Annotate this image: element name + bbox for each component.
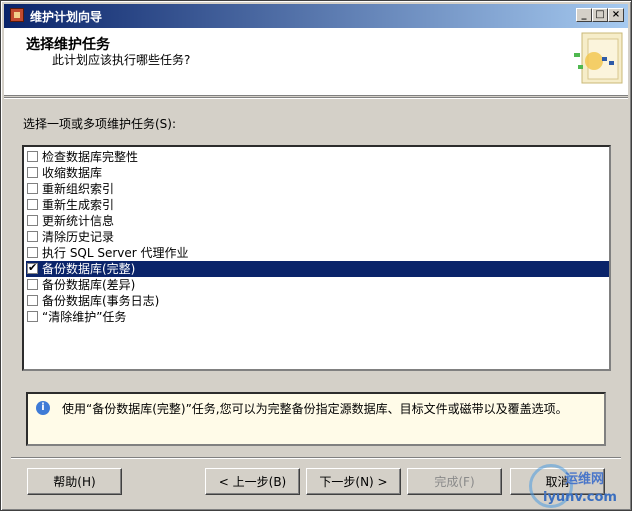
wizard-illustration-icon	[574, 32, 623, 84]
help-button[interactable]: 帮助(H)	[27, 468, 122, 495]
page-subtitle: 此计划应该执行哪些任务?	[52, 53, 191, 67]
task-label: 检查数据库完整性	[42, 150, 139, 164]
back-button[interactable]: < 上一步(B)	[205, 468, 300, 495]
task-label: “清除维护”任务	[42, 310, 127, 324]
task-item-selected[interactable]: ✔ 备份数据库(完整)	[26, 261, 609, 277]
maximize-button[interactable]: □	[592, 8, 608, 22]
header-divider	[4, 97, 628, 99]
task-item[interactable]: 清除历史记录	[26, 229, 609, 245]
task-checkbox[interactable]	[27, 151, 38, 162]
task-item[interactable]: 执行 SQL Server 代理作业	[26, 245, 609, 261]
button-separator	[11, 457, 621, 459]
watermark-cn: 运维网	[565, 472, 605, 487]
wizard-window: 维护计划向导 _ □ × 选择维护任务 此计划应该执行哪些任务? 选择一项或多项…	[0, 0, 632, 511]
task-checkbox[interactable]	[27, 167, 38, 178]
task-item[interactable]: 检查数据库完整性	[26, 149, 609, 165]
task-item[interactable]: 重新生成索引	[26, 197, 609, 213]
next-button[interactable]: 下一步(N) >	[306, 468, 401, 495]
task-label: 备份数据库(事务日志)	[42, 294, 160, 308]
window-title: 维护计划向导	[30, 10, 103, 24]
title-bar[interactable]: 维护计划向导 _ □ ×	[4, 4, 628, 28]
task-label: 更新统计信息	[42, 214, 115, 228]
task-checkbox-checked[interactable]: ✔	[27, 261, 38, 274]
task-checkbox[interactable]	[27, 247, 38, 258]
task-label: 清除历史记录	[42, 230, 115, 244]
task-description-text: 使用“备份数据库(完整)”任务,您可以为完整备份指定源数据库、目标文件或磁带以及…	[62, 402, 568, 416]
task-label: 备份数据库(差异)	[42, 278, 136, 292]
task-checkbox[interactable]	[27, 295, 38, 306]
task-item[interactable]: 收缩数据库	[26, 165, 609, 181]
task-item[interactable]: 备份数据库(差异)	[26, 277, 609, 293]
task-item[interactable]: 备份数据库(事务日志)	[26, 293, 609, 309]
info-icon: i	[36, 401, 50, 415]
finish-button[interactable]: 完成(F)	[407, 468, 502, 495]
wizard-header: 选择维护任务 此计划应该执行哪些任务?	[4, 28, 628, 96]
task-item[interactable]: 更新统计信息	[26, 213, 609, 229]
minimize-button[interactable]: _	[576, 8, 592, 22]
task-label: 收缩数据库	[42, 166, 103, 180]
task-item[interactable]: 重新组织索引	[26, 181, 609, 197]
task-checkbox[interactable]	[27, 231, 38, 242]
task-list-label: 选择一项或多项维护任务(S):	[23, 117, 177, 131]
task-description-box: i 使用“备份数据库(完整)”任务,您可以为完整备份指定源数据库、目标文件或磁带…	[26, 392, 606, 446]
task-checkbox[interactable]	[27, 199, 38, 210]
task-listbox[interactable]: 检查数据库完整性 收缩数据库 重新组织索引 重新生成索引 更新统计信息 清除历史…	[22, 145, 611, 371]
task-label: 备份数据库(完整)	[42, 262, 136, 276]
watermark-en: iyunv.com	[543, 490, 617, 505]
checkmark-icon: ✔	[28, 261, 38, 274]
task-label: 重新组织索引	[42, 182, 115, 196]
task-label: 执行 SQL Server 代理作业	[42, 246, 189, 260]
task-label: 重新生成索引	[42, 198, 115, 212]
site-watermark: 运维网 iyunv.com	[529, 464, 632, 510]
task-checkbox[interactable]	[27, 215, 38, 226]
task-item[interactable]: “清除维护”任务	[26, 309, 609, 325]
close-button[interactable]: ×	[608, 8, 624, 22]
task-checkbox[interactable]	[27, 183, 38, 194]
task-checkbox[interactable]	[27, 311, 38, 322]
app-icon	[10, 8, 24, 22]
task-checkbox[interactable]	[27, 279, 38, 290]
